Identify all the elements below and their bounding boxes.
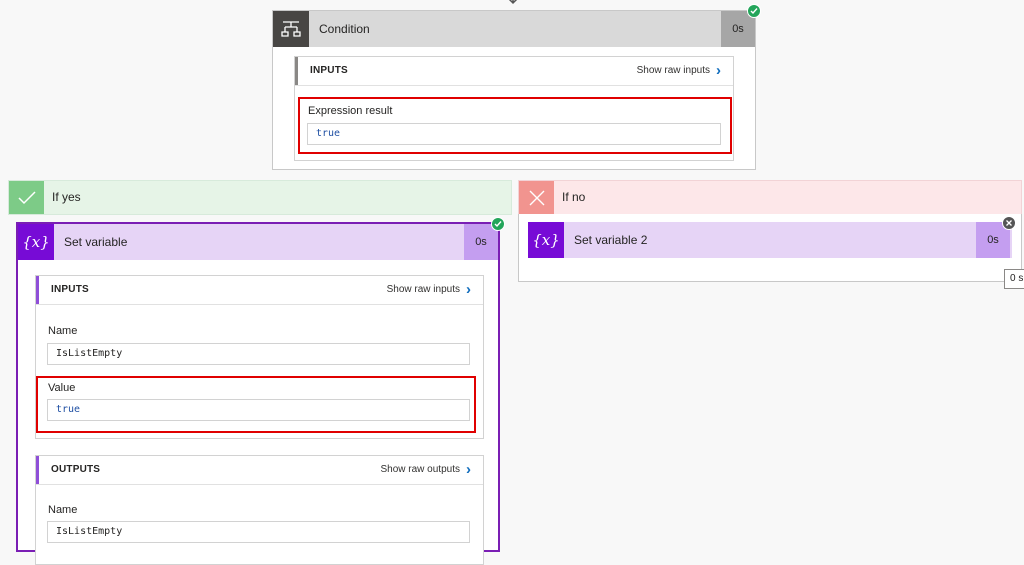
- if-yes-title: If yes: [52, 190, 81, 204]
- down-arrow-icon: [508, 0, 518, 5]
- show-raw-inputs-link[interactable]: Show raw inputs ›: [387, 276, 471, 304]
- name-label: Name: [48, 325, 78, 337]
- condition-inputs-header: INPUTS Show raw inputs ›: [295, 57, 733, 85]
- value-label: Value: [48, 382, 76, 394]
- output-name-field: IsListEmpty: [47, 521, 470, 543]
- duration-tooltip: 0 s: [1004, 269, 1024, 289]
- set-variable-2-title: Set variable 2: [574, 233, 648, 247]
- output-name-label: Name: [48, 504, 78, 516]
- expression-result-label: Expression result: [308, 105, 393, 117]
- chevron-right-icon: ›: [716, 62, 721, 79]
- show-raw-outputs-link[interactable]: Show raw outputs ›: [381, 456, 472, 484]
- condition-icon: [273, 11, 309, 47]
- set-variable-title: Set variable: [64, 235, 128, 249]
- outputs-label: OUTPUTS: [51, 464, 101, 475]
- inputs-label: INPUTS: [310, 65, 348, 76]
- variable-icon: {x}: [528, 222, 564, 258]
- condition-success-icon: [747, 4, 761, 18]
- set-variable-card[interactable]: {x} Set variable 0s INPUTS Show raw inpu…: [16, 222, 500, 565]
- checkmark-icon: [9, 181, 44, 214]
- condition-card[interactable]: Condition 0s INPUTS Show raw inputs › Ex…: [272, 10, 756, 170]
- value-field: true: [47, 399, 470, 421]
- if-no-title: If no: [562, 190, 586, 204]
- show-raw-inputs-link[interactable]: Show raw inputs ›: [637, 57, 721, 85]
- if-yes-header[interactable]: If yes: [8, 180, 512, 215]
- chevron-right-icon: ›: [466, 461, 471, 478]
- chevron-right-icon: ›: [466, 281, 471, 298]
- set-variable-success-icon: [491, 217, 505, 231]
- set-variable-header[interactable]: {x} Set variable 0s: [18, 224, 498, 260]
- set-variable-outputs-header: OUTPUTS Show raw outputs ›: [36, 456, 483, 484]
- name-field: IsListEmpty: [47, 343, 470, 365]
- set-variable-inputs-header: INPUTS Show raw inputs ›: [36, 276, 483, 304]
- variable-icon: {x}: [18, 224, 54, 260]
- skipped-status-icon: [1002, 216, 1016, 230]
- set-variable-outputs-section: OUTPUTS Show raw outputs ›: [35, 455, 484, 565]
- close-icon: [519, 181, 554, 214]
- condition-title: Condition: [319, 22, 370, 36]
- if-no-header[interactable]: If no: [518, 180, 1022, 215]
- inputs-label: INPUTS: [51, 284, 89, 295]
- set-variable-2-header[interactable]: {x} Set variable 2 0s: [528, 222, 1012, 258]
- expression-result-field: true: [307, 123, 721, 145]
- condition-header[interactable]: Condition 0s: [273, 11, 755, 47]
